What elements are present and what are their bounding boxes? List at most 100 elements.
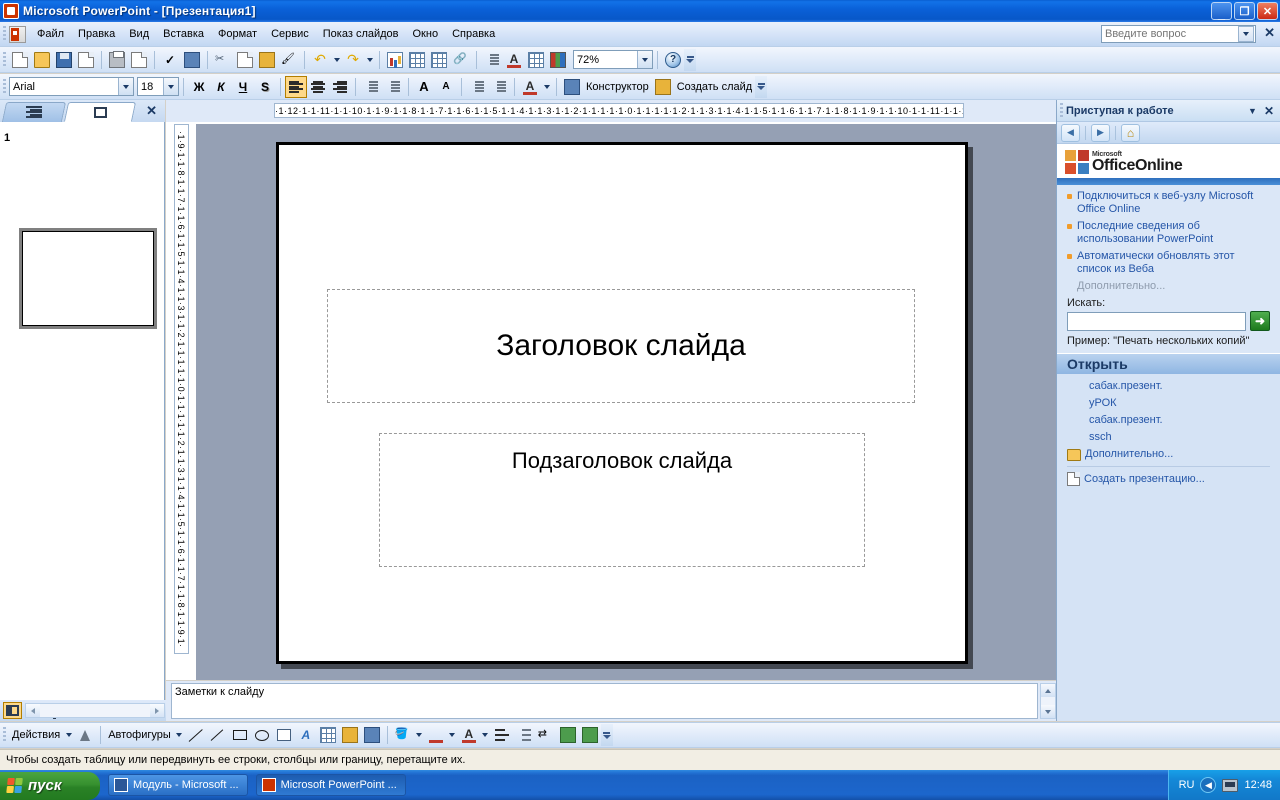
search-go-button[interactable]: ➜: [1250, 311, 1270, 331]
menu-item-window[interactable]: Окно: [406, 25, 446, 43]
task-pane-back-button[interactable]: ◀: [1061, 123, 1080, 142]
list-item[interactable]: ssch: [1057, 429, 1280, 446]
text-shadow-button[interactable]: S: [254, 76, 276, 98]
title-placeholder[interactable]: Заголовок слайда: [327, 289, 915, 403]
open-button[interactable]: [31, 49, 53, 71]
align-right-button[interactable]: [329, 76, 351, 98]
ask-question-dropdown-icon[interactable]: [1238, 26, 1254, 42]
research-button[interactable]: [181, 49, 203, 71]
recent-file-1[interactable]: сабак.презент.: [1067, 380, 1163, 393]
task-pane-forward-button[interactable]: ▶: [1091, 123, 1110, 142]
underline-button[interactable]: Ч: [232, 76, 254, 98]
link-connect-office-online[interactable]: Подключиться к веб-узлу Microsoft Office…: [1077, 190, 1270, 216]
design-button[interactable]: Конструктор: [583, 81, 652, 93]
taskbar-item-word[interactable]: Модуль - Microsoft ...: [108, 774, 248, 796]
list-item[interactable]: уРОК: [1057, 395, 1280, 412]
copy-button[interactable]: [234, 49, 256, 71]
line-color-button[interactable]: [425, 724, 447, 746]
menu-item-help[interactable]: Справка: [445, 25, 502, 43]
font-color-drawing-dropdown[interactable]: [480, 725, 491, 745]
search-input[interactable]: [1067, 311, 1246, 331]
network-icon[interactable]: [1222, 778, 1239, 792]
cut-button[interactable]: ✂: [212, 49, 234, 71]
standard-toolbar-grip[interactable]: [3, 51, 6, 68]
ask-question-box[interactable]: [1101, 25, 1256, 43]
panel-horizontal-scrollbar[interactable]: [25, 703, 165, 718]
align-center-button[interactable]: [307, 76, 329, 98]
font-name-dropdown-icon[interactable]: [118, 78, 133, 95]
notes-scroll-down-button[interactable]: [1041, 705, 1055, 718]
list-item[interactable]: Последние сведения об использовании Powe…: [1067, 220, 1270, 246]
oval-tool-button[interactable]: [251, 724, 273, 746]
decrease-indent-button[interactable]: [466, 76, 488, 98]
dash-style-button[interactable]: [513, 724, 535, 746]
wordart-button[interactable]: A: [295, 724, 317, 746]
autoshapes-menu-button[interactable]: Автофигуры: [105, 729, 174, 741]
start-button[interactable]: пуск: [0, 771, 100, 800]
task-pane-close-button[interactable]: ✕: [1264, 104, 1274, 118]
spelling-button[interactable]: ✓: [159, 49, 181, 71]
recent-file-2[interactable]: уРОК: [1067, 397, 1117, 410]
bold-button[interactable]: Ж: [188, 76, 210, 98]
menu-item-format[interactable]: Формат: [211, 25, 264, 43]
save-button[interactable]: [53, 49, 75, 71]
language-indicator[interactable]: RU: [1179, 779, 1195, 791]
actions-dropdown-icon[interactable]: [63, 725, 74, 745]
show-grid-button[interactable]: [525, 49, 547, 71]
new-slide-button[interactable]: Создать слайд: [674, 81, 755, 93]
slide-surface[interactable]: Заголовок слайда Подзаголовок слайда: [276, 142, 968, 664]
undo-dropdown[interactable]: [331, 50, 342, 70]
standard-toolbar-overflow-button[interactable]: [684, 48, 696, 71]
restore-button[interactable]: ❐: [1234, 2, 1255, 20]
tray-expand-icon[interactable]: ◀: [1200, 777, 1217, 793]
zoom-combo[interactable]: 72%: [573, 50, 653, 69]
notes-scrollbar[interactable]: [1040, 683, 1056, 719]
subtitle-placeholder[interactable]: Подзаголовок слайда: [379, 433, 865, 567]
menu-close-document-button[interactable]: ✕: [1264, 26, 1275, 39]
clip-art-button[interactable]: [339, 724, 361, 746]
notes-input[interactable]: Заметки к слайду: [171, 683, 1038, 719]
font-color-button[interactable]: A: [519, 76, 541, 98]
link-auto-update-list[interactable]: Автоматически обновлять этот список из В…: [1077, 250, 1270, 276]
menu-item-file[interactable]: Файл: [30, 25, 71, 43]
menu-grip-handle[interactable]: [3, 26, 6, 42]
insert-diagram-button[interactable]: [428, 49, 450, 71]
link-latest-powerpoint-news[interactable]: Последние сведения об использовании Powe…: [1077, 220, 1270, 246]
autoshapes-dropdown-icon[interactable]: [174, 725, 185, 745]
font-color-dropdown[interactable]: [541, 77, 552, 97]
taskbar-item-powerpoint[interactable]: Microsoft PowerPoint ...: [255, 774, 406, 796]
scroll-right-button[interactable]: [150, 704, 164, 717]
list-item[interactable]: Дополнительно...: [1057, 446, 1280, 463]
clock[interactable]: 12:48: [1244, 779, 1272, 791]
insert-picture-button[interactable]: [361, 724, 383, 746]
minimize-button[interactable]: _: [1211, 2, 1232, 20]
bulleted-list-button[interactable]: [382, 76, 404, 98]
expand-all-button[interactable]: [481, 49, 503, 71]
link-more-office-online[interactable]: Дополнительно...: [1077, 280, 1165, 292]
paste-button[interactable]: [256, 49, 278, 71]
drawing-toolbar-overflow-button[interactable]: [600, 724, 613, 746]
slide-canvas[interactable]: Заголовок слайда Подзаголовок слайда: [196, 124, 1056, 680]
text-box-button[interactable]: [273, 724, 295, 746]
fill-color-dropdown[interactable]: [414, 725, 425, 745]
scroll-left-button[interactable]: [26, 704, 40, 717]
drawing-toolbar-grip[interactable]: [3, 727, 6, 743]
format-painter-button[interactable]: 🖌: [278, 49, 300, 71]
email-button[interactable]: [75, 49, 97, 71]
insert-table-button[interactable]: [406, 49, 428, 71]
task-pane-grip[interactable]: [1060, 102, 1063, 119]
list-item[interactable]: Подключиться к веб-узлу Microsoft Office…: [1067, 190, 1270, 216]
view-normal-button[interactable]: [3, 702, 22, 719]
redo-button[interactable]: ↷: [342, 49, 364, 71]
font-size-dropdown-icon[interactable]: [163, 78, 178, 95]
list-item[interactable]: сабак.презент.: [1057, 412, 1280, 429]
italic-button[interactable]: К: [210, 76, 232, 98]
diagram-button[interactable]: [317, 724, 339, 746]
redo-dropdown[interactable]: [364, 50, 375, 70]
menu-item-edit[interactable]: Правка: [71, 25, 122, 43]
undo-button[interactable]: ↶: [309, 49, 331, 71]
line-tool-button[interactable]: [185, 724, 207, 746]
design-button-icon-wrap[interactable]: [561, 76, 583, 98]
list-item[interactable]: Автоматически обновлять этот список из В…: [1067, 250, 1270, 276]
line-color-dropdown[interactable]: [447, 725, 458, 745]
